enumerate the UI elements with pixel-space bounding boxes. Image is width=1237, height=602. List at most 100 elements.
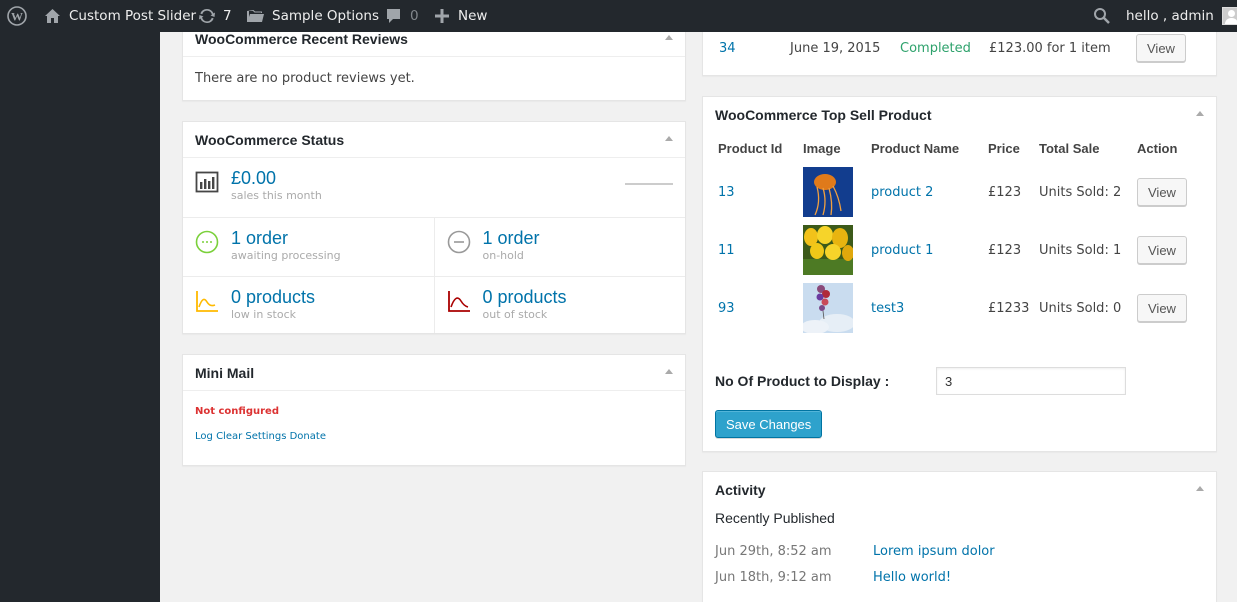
order-row: 34 June 19, 2015 Completed £123.00 for 1… [703,32,1216,64]
post-title-link[interactable]: Hello world! [873,570,951,585]
my-account-menu[interactable]: hello , admin [1126,0,1237,32]
column-header: Price [988,140,1020,156]
product-price: £123 [988,184,1022,200]
svg-text:W: W [11,10,23,24]
updates-icon [198,7,216,25]
activity-widget: Activity Recently Published Jun 29th, 8:… [702,471,1217,602]
plus-icon [434,8,450,24]
view-product-button[interactable]: View [1137,178,1187,206]
processing-orders[interactable]: 1 order awaiting processing [183,218,434,276]
updates-count: 7 [223,8,232,24]
admin-sidebar [0,32,160,602]
column-header: Image [803,140,841,156]
log-link[interactable]: Log [195,431,213,442]
column-header: Product Id [718,140,783,156]
widget-header[interactable]: Mini Mail [183,355,685,391]
post-title-link[interactable]: Lorem ipsum dolor [873,544,995,559]
product-name-link[interactable]: test3 [871,301,904,316]
greeting: hello , admin [1126,8,1214,24]
status-list: £0.00 sales this month 1 order awaiting … [183,158,686,333]
list-item: Jun 29th, 8:52 am Lorem ipsum dolor [715,538,1204,564]
sales-amount: £0.00 [231,168,277,188]
site-name-menu[interactable]: Custom Post Slider [44,0,196,32]
mail-links: Log Clear Settings Donate [195,431,673,442]
toggle-arrow-icon[interactable] [665,35,673,40]
product-thumbnail[interactable] [803,225,853,275]
sales-label: sales this month [231,189,322,202]
widget-header[interactable]: WooCommerce Status [183,122,685,158]
processing-label: awaiting processing [231,249,341,262]
toggle-arrow-icon[interactable] [1196,111,1204,116]
widget-title: WooCommerce Top Sell Product [715,107,932,123]
mail-status: Not configured [195,406,279,417]
comments-count: 0 [410,8,419,24]
toggle-arrow-icon[interactable] [665,136,673,141]
activity-date: Jun 29th, 8:52 am [715,543,832,559]
product-price: £1233 [988,300,1030,316]
product-id-link[interactable]: 13 [718,185,735,200]
widget-title: Activity [715,482,766,498]
widget-header[interactable]: WooCommerce Top Sell Product [703,97,1216,133]
search-icon[interactable] [1093,0,1111,32]
new-content-menu[interactable]: New [434,0,487,32]
out-of-stock-chart-icon [447,289,471,313]
save-changes-button[interactable]: Save Changes [715,410,823,438]
clear-link[interactable]: Clear [216,431,242,442]
sales-this-month[interactable]: £0.00 sales this month [183,158,685,217]
site-name: Custom Post Slider [69,8,197,24]
column-header: Action [1137,140,1178,156]
toggle-arrow-icon[interactable] [1196,486,1204,491]
processing-count: 1 order [231,228,289,248]
home-icon [44,8,61,24]
product-id-link[interactable]: 93 [718,301,735,316]
sample-options-menu[interactable]: Sample Options [246,0,379,32]
display-count-row: No Of Product to Display : [715,367,1205,395]
admin-bar: W Custom Post Slider 7 Sample Options 0 … [0,0,1237,32]
settings-link[interactable]: Settings [245,431,286,442]
product-sales: Units Sold: 0 [1039,300,1122,316]
widget-title: WooCommerce Status [195,131,345,148]
toggle-arrow-icon[interactable] [665,369,673,374]
onhold-count: 1 order [482,228,540,248]
product-name-link[interactable]: product 2 [871,185,933,200]
product-name-link[interactable]: product 1 [871,243,933,258]
activity-date: Jun 18th, 9:12 am [715,569,832,585]
table-row: 93 test3 £1233 Units Sold: 0 View [715,279,1204,337]
recent-reviews-widget: WooCommerce Recent Reviews There are no … [182,20,686,101]
order-total: £123.00 for 1 item [989,40,1111,56]
product-id-link[interactable]: 11 [718,243,735,258]
view-product-button[interactable]: View [1137,294,1187,322]
order-status: Completed [900,40,971,56]
table-row: 11 product 1 £123 Units Sold: 1 View [715,221,1204,279]
list-item: Jun 18th, 9:12 am Hello world! [715,564,1204,590]
product-thumbnail[interactable] [803,167,853,217]
chart-bar-icon [195,170,219,194]
widget-title: WooCommerce Recent Reviews [195,30,408,47]
donate-link[interactable]: Donate [290,431,326,442]
outstock-count: 0 products [482,287,567,307]
order-id-link[interactable]: 34 [719,41,736,56]
top-sell-table: Product Id Image Product Name Price Tota… [715,133,1204,337]
activity-section-title: Recently Published [715,510,835,526]
table-row: 13 product 2 £123 Units Sold: 2 View [715,163,1204,221]
column-header: Product Name [871,140,960,156]
activity-list: Jun 29th, 8:52 am Lorem ipsum dolor Jun … [715,538,1204,590]
low-stock[interactable]: 0 products low in stock [183,277,434,333]
onhold-orders[interactable]: 1 order on-hold [433,218,686,276]
comments-menu[interactable]: 0 [385,0,419,32]
updates-menu[interactable]: 7 [198,0,232,32]
product-sales: Units Sold: 2 [1039,184,1122,200]
table-header-row: Product Id Image Product Name Price Tota… [715,133,1204,163]
widget-header[interactable]: Activity [703,472,1216,508]
widget-title: Mini Mail [195,364,255,381]
product-price: £123 [988,242,1022,258]
new-label: New [458,8,488,24]
display-count-input[interactable] [936,367,1126,395]
sample-options-label: Sample Options [272,8,379,24]
out-of-stock[interactable]: 0 products out of stock [433,277,686,333]
view-order-button[interactable]: View [1136,34,1186,62]
avatar [1221,7,1237,25]
view-product-button[interactable]: View [1137,236,1187,264]
product-thumbnail[interactable] [803,283,853,333]
wordpress-logo-icon[interactable]: W [7,0,27,32]
